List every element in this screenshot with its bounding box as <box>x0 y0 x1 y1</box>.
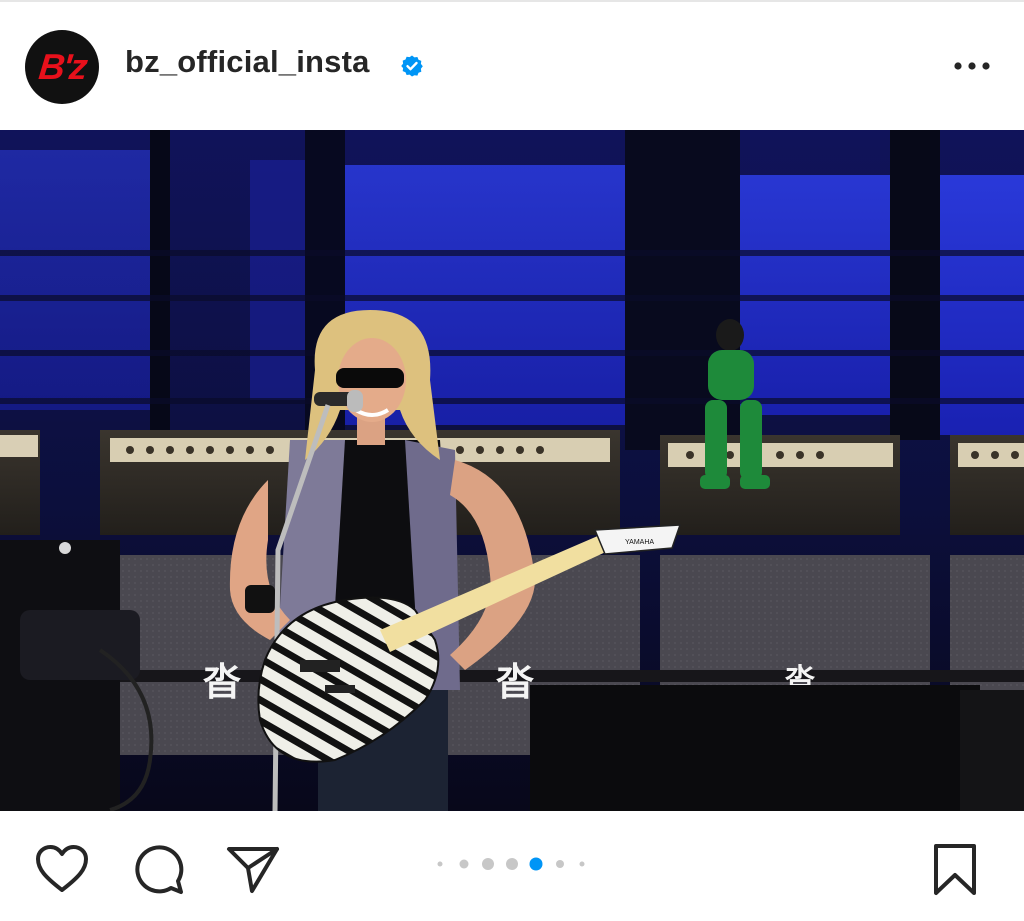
more-horizontal-icon <box>954 62 990 70</box>
stage-mark-left: 沓 <box>203 659 241 704</box>
bookmark-icon[interactable] <box>932 843 978 897</box>
post-photo[interactable]: 沓 沓 沓 YAMAHA <box>0 130 1024 811</box>
concert-photo-illustration: 沓 沓 沓 YAMAHA <box>0 130 1024 811</box>
carousel-dot <box>506 858 518 870</box>
carousel-dot <box>459 859 469 869</box>
stage-mark-center: 沓 <box>496 659 534 704</box>
post-actions <box>0 811 1024 921</box>
carousel-dot-active <box>529 857 543 871</box>
carousel-dot <box>556 860 564 868</box>
guitar-brand-label: YAMAHA <box>625 539 654 546</box>
profile-avatar[interactable]: B'z <box>25 30 99 104</box>
more-options-button[interactable] <box>950 52 994 80</box>
heart-icon[interactable] <box>35 844 89 894</box>
carousel-dots <box>437 857 585 871</box>
carousel-dot <box>437 861 443 867</box>
comment-icon[interactable] <box>131 843 185 897</box>
carousel-dot <box>579 861 585 867</box>
username-link[interactable]: bz_official_insta <box>125 44 370 80</box>
paper-plane-icon[interactable] <box>226 844 280 894</box>
verified-badge-icon <box>401 55 423 77</box>
carousel-dot <box>482 858 494 870</box>
avatar-logo: B'z <box>36 46 88 87</box>
post-header: B'z bz_official_insta <box>0 2 1024 130</box>
